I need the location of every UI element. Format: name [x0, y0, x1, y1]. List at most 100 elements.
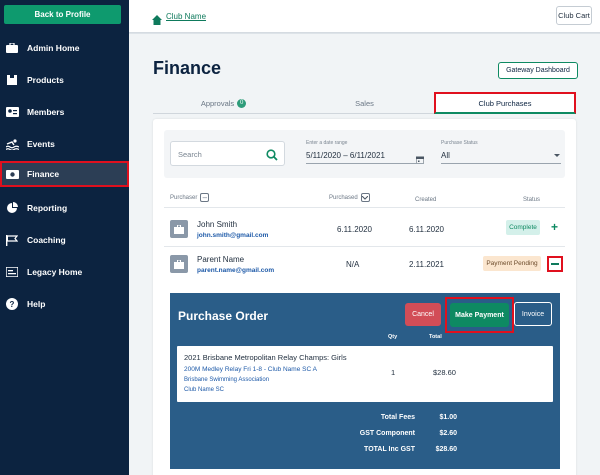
item-association: Brisbane Swimming Association: [184, 377, 270, 383]
status-badge: Payment Pending: [483, 256, 541, 271]
search-icon[interactable]: [266, 148, 278, 161]
divider: [164, 207, 565, 208]
status-underline: [441, 163, 561, 164]
svg-text:?: ?: [10, 300, 15, 309]
purchased-header: Purchased: [329, 193, 370, 202]
total-inc-gst-value: $28.60: [435, 446, 457, 453]
gst-component-label: GST Component: [359, 430, 415, 437]
created-date: 2.11.2021: [409, 260, 444, 269]
sort-chevron-icon[interactable]: [360, 193, 370, 202]
cancel-button[interactable]: Cancel: [405, 303, 441, 326]
flag-icon: [5, 234, 19, 246]
home-icon[interactable]: [152, 12, 162, 25]
calendar-icon[interactable]: [415, 151, 425, 165]
sidebar-item-members[interactable]: Members: [0, 100, 129, 124]
qty-header: Qty: [388, 334, 398, 340]
status-header: Status: [523, 197, 541, 203]
tab-label: Approvals: [200, 98, 235, 108]
make-payment-button[interactable]: Make Payment: [450, 303, 509, 327]
tab-bar: Approvals 0 Sales Club Purchases: [153, 92, 576, 114]
date-range-input[interactable]: 5/11/2020 – 6/11/2021: [306, 151, 385, 160]
item-club: Club Name SC: [184, 387, 225, 393]
status-select[interactable]: All: [441, 151, 450, 160]
purchaser-name: Parent Name: [197, 255, 245, 264]
date-range-label: Enter a date range: [306, 140, 348, 146]
collapse-all-button[interactable]: –: [200, 193, 210, 202]
invoice-button[interactable]: Invoice: [514, 302, 552, 326]
purchaser-name: John Smith: [197, 220, 238, 229]
purchased-date: N/A: [346, 260, 360, 269]
divider: [164, 246, 565, 247]
purchase-order-title: Purchase Order: [178, 309, 269, 323]
sidebar-item-label: Coaching: [27, 235, 66, 245]
pie-chart-icon: [5, 202, 19, 214]
tab-label: Sales: [355, 98, 374, 108]
sidebar-item-label: Legacy Home: [27, 267, 83, 277]
sidebar-item-reporting[interactable]: Reporting: [0, 196, 129, 220]
main-area: Club Name Club Cart Finance Gateway Dash…: [129, 0, 600, 475]
gateway-dashboard-button[interactable]: Gateway Dashboard: [498, 62, 578, 79]
sidebar-item-label: Finance: [27, 169, 60, 179]
purchaser-email[interactable]: parent.name@gmail.com: [197, 267, 274, 274]
created-header: Created: [415, 197, 437, 203]
money-icon: [5, 168, 19, 180]
purchase-order-panel: Purchase Order Cancel Make Payment Invoi…: [170, 293, 560, 469]
sidebar-item-label: Events: [27, 139, 55, 149]
gst-component-value: $2.60: [439, 430, 457, 437]
briefcase-icon: [170, 220, 188, 238]
box-icon: [5, 74, 19, 86]
back-to-profile-button[interactable]: Back to Profile: [4, 5, 121, 24]
purchased-date: 6.11.2020: [337, 225, 372, 234]
sidebar-item-label: Reporting: [27, 203, 68, 213]
sidebar-item-label: Members: [27, 107, 65, 117]
club-cart-button[interactable]: Club Cart: [556, 6, 592, 25]
sidebar-item-label: Help: [27, 299, 46, 309]
make-payment-highlight: Make Payment: [445, 297, 514, 333]
page-title: Finance: [153, 58, 222, 78]
purchaser-email[interactable]: john.smith@gmail.com: [197, 232, 268, 239]
sidebar-item-help[interactable]: ? Help: [0, 292, 129, 316]
header-label: Purchased: [329, 195, 358, 202]
swimmer-icon: [5, 138, 19, 150]
help-icon: ?: [5, 298, 19, 310]
created-date: 6.11.2020: [409, 225, 444, 234]
total-inc-gst-label: TOTAL Inc GST: [364, 446, 415, 453]
collapse-row-button[interactable]: [547, 256, 563, 272]
status-badge: Complete: [506, 220, 540, 235]
sidebar-item-events[interactable]: Events: [0, 132, 129, 156]
item-qty: 1: [391, 368, 396, 377]
briefcase-icon: [5, 42, 19, 54]
total-fees-value: $1.00: [439, 414, 457, 421]
item-title: 2021 Brisbane Metropolitan Relay Champs:…: [184, 353, 347, 362]
purchases-card: Search Enter a date range 5/11/2020 – 6/…: [153, 119, 576, 475]
item-total: $28.60: [433, 368, 456, 377]
sidebar-item-label: Admin Home: [27, 43, 80, 53]
sidebar: Back to Profile Admin Home Products Memb…: [0, 0, 129, 475]
club-name-link[interactable]: Club Name: [166, 12, 206, 21]
tab-sales[interactable]: Sales: [294, 92, 435, 114]
sidebar-item-products[interactable]: Products: [0, 68, 129, 92]
finance-page: Finance Gateway Dashboard Approvals 0 Sa…: [129, 34, 600, 475]
sidebar-item-label: Products: [27, 75, 64, 85]
search-input[interactable]: Search: [170, 141, 285, 166]
tab-approvals[interactable]: Approvals 0: [153, 92, 294, 114]
search-placeholder: Search: [178, 150, 202, 159]
purchase-item: 2021 Brisbane Metropolitan Relay Champs:…: [177, 346, 553, 402]
sidebar-item-finance[interactable]: Finance: [0, 161, 129, 187]
expand-row-button[interactable]: +: [551, 220, 558, 234]
top-bar: Club Name Club Cart: [129, 0, 600, 33]
total-header: Total: [429, 334, 442, 340]
purchaser-header: Purchaser –: [170, 193, 210, 202]
tab-label: Club Purchases: [478, 98, 532, 108]
tab-club-purchases[interactable]: Club Purchases: [434, 92, 576, 114]
sidebar-item-admin-home[interactable]: Admin Home: [0, 36, 129, 60]
id-card-icon: [5, 106, 19, 118]
date-underline: [306, 163, 424, 164]
briefcase-icon: [170, 255, 188, 273]
sidebar-item-coaching[interactable]: Coaching: [0, 228, 129, 252]
chevron-down-icon[interactable]: [554, 154, 560, 157]
status-filter-label: Purchase Status: [441, 140, 478, 146]
header-label: Purchaser: [170, 195, 198, 202]
sidebar-item-legacy-home[interactable]: Legacy Home: [0, 260, 129, 284]
filter-panel: Search Enter a date range 5/11/2020 – 6/…: [164, 130, 565, 178]
